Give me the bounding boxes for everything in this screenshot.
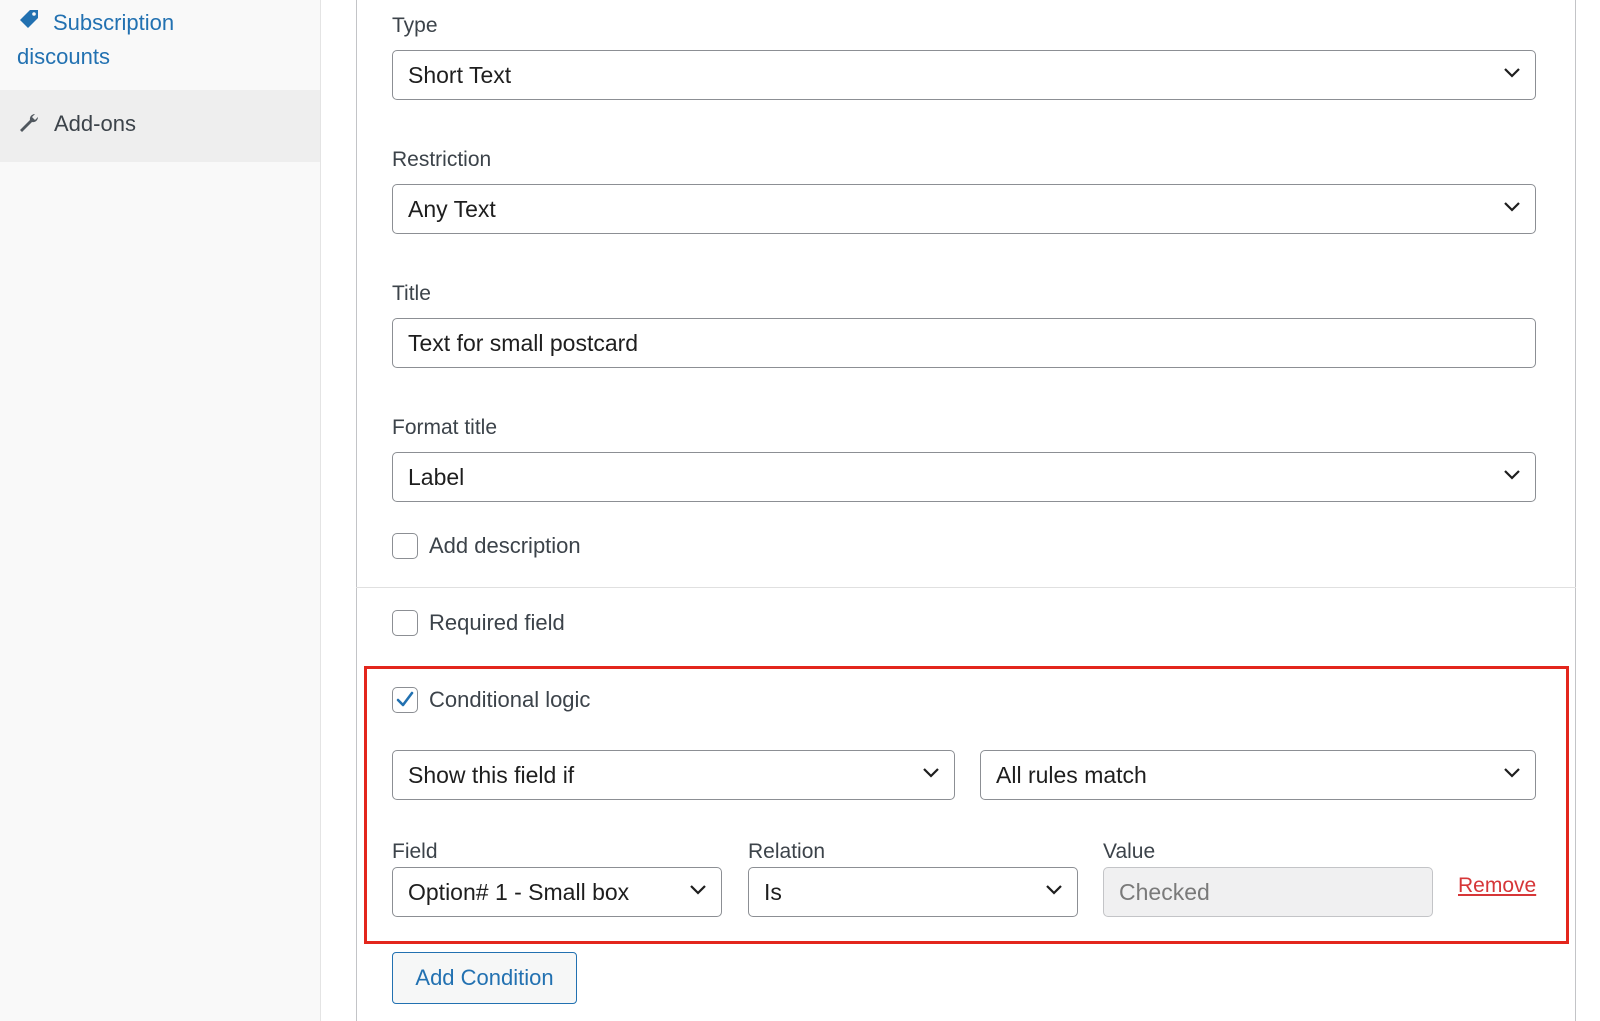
rule-value-label: Value (1103, 840, 1156, 863)
title-input-value: Text for small postcard (408, 330, 639, 356)
chevron-down-icon (923, 768, 939, 778)
conditional-logic-label[interactable]: Conditional logic (429, 685, 590, 715)
remove-rule-link[interactable]: Remove (1458, 872, 1536, 900)
page: Subscription discounts Add-ons Type Shor… (0, 0, 1600, 1021)
type-label: Type (392, 14, 438, 37)
sidebar-item-subscription-discounts[interactable]: Subscription discounts (0, 0, 320, 88)
title-input[interactable]: Text for small postcard (392, 318, 1536, 368)
chevron-down-icon (1504, 470, 1520, 480)
restriction-select-value: Any Text (408, 196, 496, 222)
match-select[interactable]: All rules match (980, 750, 1536, 800)
match-select-value: All rules match (996, 762, 1147, 788)
type-select[interactable]: Short Text (392, 50, 1536, 100)
sidebar-item-label: Add-ons (54, 111, 136, 136)
rule-relation-select-value: Is (764, 879, 782, 905)
chevron-down-icon (1504, 768, 1520, 778)
add-condition-button[interactable]: Add Condition (392, 952, 577, 1004)
chevron-down-icon (1504, 202, 1520, 212)
rule-field-select-value: Option# 1 - Small box (408, 879, 630, 905)
section-divider (356, 587, 1576, 588)
rule-relation-label: Relation (748, 840, 826, 863)
restriction-select[interactable]: Any Text (392, 184, 1536, 234)
restriction-label: Restriction (392, 148, 492, 171)
rule-value-input: Checked (1103, 867, 1433, 917)
chevron-down-icon (1504, 68, 1520, 78)
chevron-down-icon (1046, 885, 1062, 895)
format-title-select-value: Label (408, 464, 465, 490)
rule-field-label: Field (392, 840, 438, 863)
conditional-logic-checkbox[interactable] (392, 687, 418, 713)
rule-field-select[interactable]: Option# 1 - Small box (392, 867, 722, 917)
sidebar: Subscription discounts Add-ons (0, 0, 321, 1021)
format-title-select[interactable]: Label (392, 452, 1536, 502)
required-field-label[interactable]: Required field (429, 608, 565, 638)
required-field-checkbox[interactable] (392, 610, 418, 636)
add-description-label[interactable]: Add description (429, 531, 581, 561)
format-title-label: Format title (392, 416, 498, 439)
checkmark-icon (396, 691, 414, 707)
visibility-select-value: Show this field if (408, 762, 575, 788)
rule-value-input-value: Checked (1119, 879, 1210, 905)
type-select-value: Short Text (408, 62, 512, 88)
title-label: Title (392, 282, 431, 305)
wrench-icon (20, 113, 39, 132)
add-description-checkbox[interactable] (392, 533, 418, 559)
sidebar-item-add-ons[interactable]: Add-ons (0, 90, 320, 162)
sidebar-item-label[interactable]: Subscription discounts (17, 6, 237, 74)
rule-relation-select[interactable]: Is (748, 867, 1078, 917)
visibility-select[interactable]: Show this field if (392, 750, 955, 800)
chevron-down-icon (690, 885, 706, 895)
